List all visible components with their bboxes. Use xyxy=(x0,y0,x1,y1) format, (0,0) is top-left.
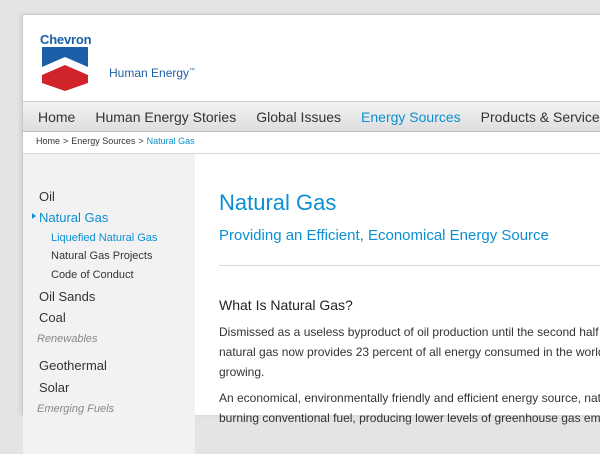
breadcrumb-energy-sources[interactable]: Energy Sources xyxy=(71,136,135,146)
main-content: Natural Gas Providing an Efficient, Econ… xyxy=(219,154,600,454)
paragraph-line: An economical, environmentally friendly … xyxy=(219,391,600,405)
paragraph-line: growing. xyxy=(219,365,265,379)
sidebar-item-geothermal[interactable]: Geothermal xyxy=(39,358,107,373)
sidebar-item-oil[interactable]: Oil xyxy=(39,189,55,204)
sidebar-subitem-code-of-conduct[interactable]: Code of Conduct xyxy=(51,269,134,281)
sidebar-heading-emerging-fuels: Emerging Fuels xyxy=(37,403,115,415)
chevron-logo-text[interactable]: Chevron xyxy=(40,32,92,47)
breadcrumb-natural-gas[interactable]: Natural Gas xyxy=(147,136,195,146)
site-header: Chevron Human Energy™ xyxy=(23,15,600,101)
top-navigation: Home Human Energy Stories Global Issues … xyxy=(23,101,600,132)
breadcrumb-separator: > xyxy=(138,136,144,146)
paragraph-line: burning conventional fuel, producing low… xyxy=(219,411,600,425)
sidebar-item-solar[interactable]: Solar xyxy=(39,380,69,395)
sidebar-subitem-ng-projects[interactable]: Natural Gas Projects xyxy=(51,250,152,262)
paragraph-line: Dismissed as a useless byproduct of oil … xyxy=(219,325,599,339)
nav-energy-sources[interactable]: Energy Sources xyxy=(346,109,461,125)
nav-human-energy-stories[interactable]: Human Energy Stories xyxy=(80,109,236,125)
paragraph-benefits: An economical, environmentally friendly … xyxy=(219,388,600,428)
page-subtitle: Providing an Efficient, Economical Energ… xyxy=(219,227,549,244)
paragraph-intro: Dismissed as a useless byproduct of oil … xyxy=(219,322,600,382)
paragraph-line: natural gas now provides 23 percent of a… xyxy=(219,345,600,359)
content-divider xyxy=(219,265,600,266)
nav-products-services[interactable]: Products & Services xyxy=(466,109,600,125)
chevron-shield-icon[interactable] xyxy=(40,47,90,91)
browser-page: Chevron Human Energy™ Home Human Energy … xyxy=(22,14,600,454)
sidebar-item-coal[interactable]: Coal xyxy=(39,310,66,325)
breadcrumb-separator: > xyxy=(63,136,69,146)
active-arrow-icon xyxy=(32,213,36,219)
nav-global-issues[interactable]: Global Issues xyxy=(241,109,341,125)
human-energy-tagline: Human Energy™ xyxy=(109,66,196,80)
page-title: Natural Gas xyxy=(219,190,337,215)
nav-home[interactable]: Home xyxy=(23,109,75,125)
left-sidebar: Oil Natural Gas Liquefied Natural Gas Na… xyxy=(23,154,195,454)
sidebar-item-oil-sands[interactable]: Oil Sands xyxy=(39,289,95,304)
breadcrumb-home[interactable]: Home xyxy=(36,136,60,146)
sidebar-heading-renewables: Renewables xyxy=(37,333,98,345)
sidebar-item-natural-gas[interactable]: Natural Gas xyxy=(39,210,108,225)
sidebar-subitem-lng[interactable]: Liquefied Natural Gas xyxy=(51,232,157,244)
section-heading: What Is Natural Gas? xyxy=(219,297,353,313)
breadcrumb: Home > Energy Sources > Natural Gas xyxy=(36,136,195,146)
